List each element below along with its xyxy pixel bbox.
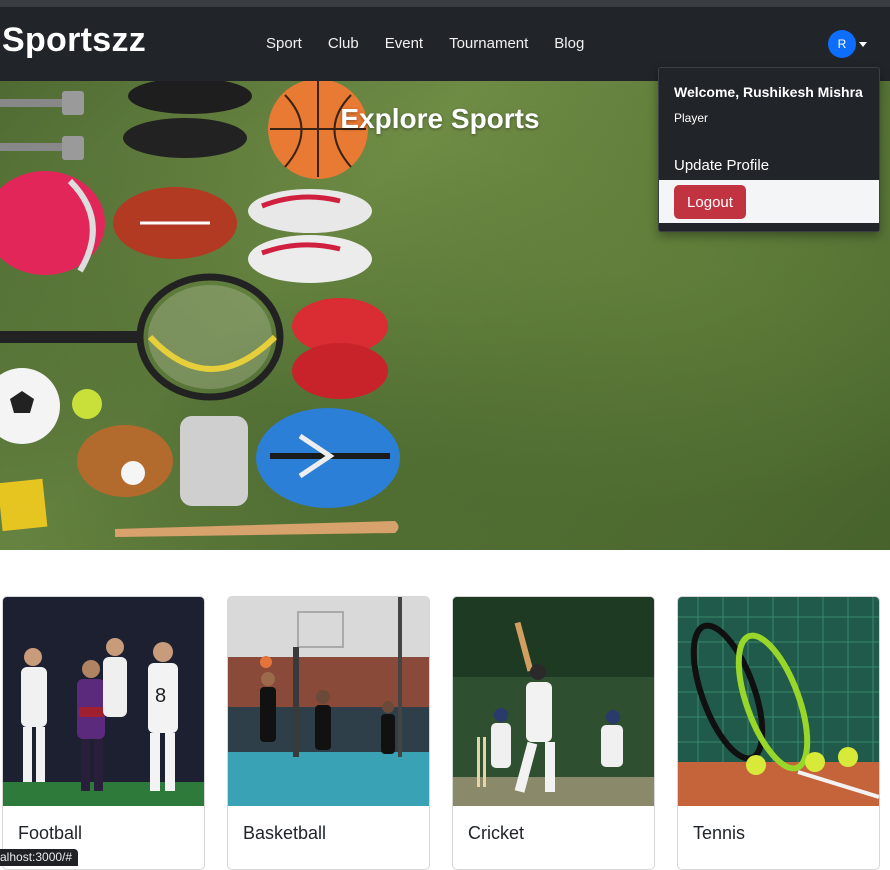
- football-image: 8: [3, 597, 204, 806]
- nav-club[interactable]: Club: [328, 35, 359, 52]
- cycling-helmet-icon: [256, 408, 400, 508]
- nav-blog[interactable]: Blog: [554, 35, 584, 52]
- sport-card-cricket[interactable]: Cricket: [452, 596, 655, 870]
- user-menu-toggle[interactable]: R: [828, 30, 867, 58]
- card-title-cricket: Cricket: [468, 823, 525, 843]
- svg-text:8: 8: [155, 685, 166, 707]
- goalkeeper-glove-icon: [180, 416, 248, 506]
- sport-card-tennis[interactable]: Tennis: [677, 596, 880, 870]
- baseball-glove-icon: [77, 425, 173, 497]
- card-title-basketball: Basketball: [243, 823, 327, 843]
- user-role: Player: [674, 111, 709, 125]
- user-dropdown-menu: Welcome, Rushikesh Mishra Player Update …: [658, 67, 880, 232]
- logout-button[interactable]: Logout: [674, 185, 746, 219]
- cricket-image: [453, 597, 654, 806]
- browser-top-strip: [0, 0, 890, 7]
- basketball-court-image: [228, 597, 429, 806]
- boxing-glove-icon: [292, 298, 388, 399]
- welcome-text: Welcome, Rushikesh Mishra: [674, 84, 863, 100]
- baseball-bat-icon: [115, 521, 399, 537]
- sport-card-football[interactable]: 8 Football: [2, 596, 205, 870]
- helmet-icon: [0, 171, 105, 275]
- avatar[interactable]: R: [828, 30, 856, 58]
- brand-logo[interactable]: Sportszz: [2, 21, 146, 60]
- card-title-tennis: Tennis: [693, 823, 746, 843]
- nav-sport[interactable]: Sport: [266, 35, 302, 52]
- update-profile-link[interactable]: Update Profile: [674, 157, 769, 174]
- soccer-ball-icon: [0, 368, 60, 444]
- nav-links: Sport Club Event Tournament Blog: [266, 35, 610, 52]
- nav-event[interactable]: Event: [385, 35, 423, 52]
- tennis-ball-icon: [72, 389, 102, 419]
- sport-card-basketball[interactable]: Basketball: [227, 596, 430, 870]
- sports-equipment-image: [0, 81, 400, 537]
- rugby-ball-icon: [113, 187, 237, 259]
- browser-status-url: alhost:3000/#: [0, 849, 79, 866]
- referee-card-icon: [0, 478, 48, 532]
- tennis-image: [678, 597, 879, 806]
- nav-tournament[interactable]: Tournament: [449, 35, 528, 52]
- caret-down-icon: [859, 41, 867, 47]
- card-title-football: Football: [18, 823, 83, 843]
- logout-row: Logout: [659, 180, 879, 223]
